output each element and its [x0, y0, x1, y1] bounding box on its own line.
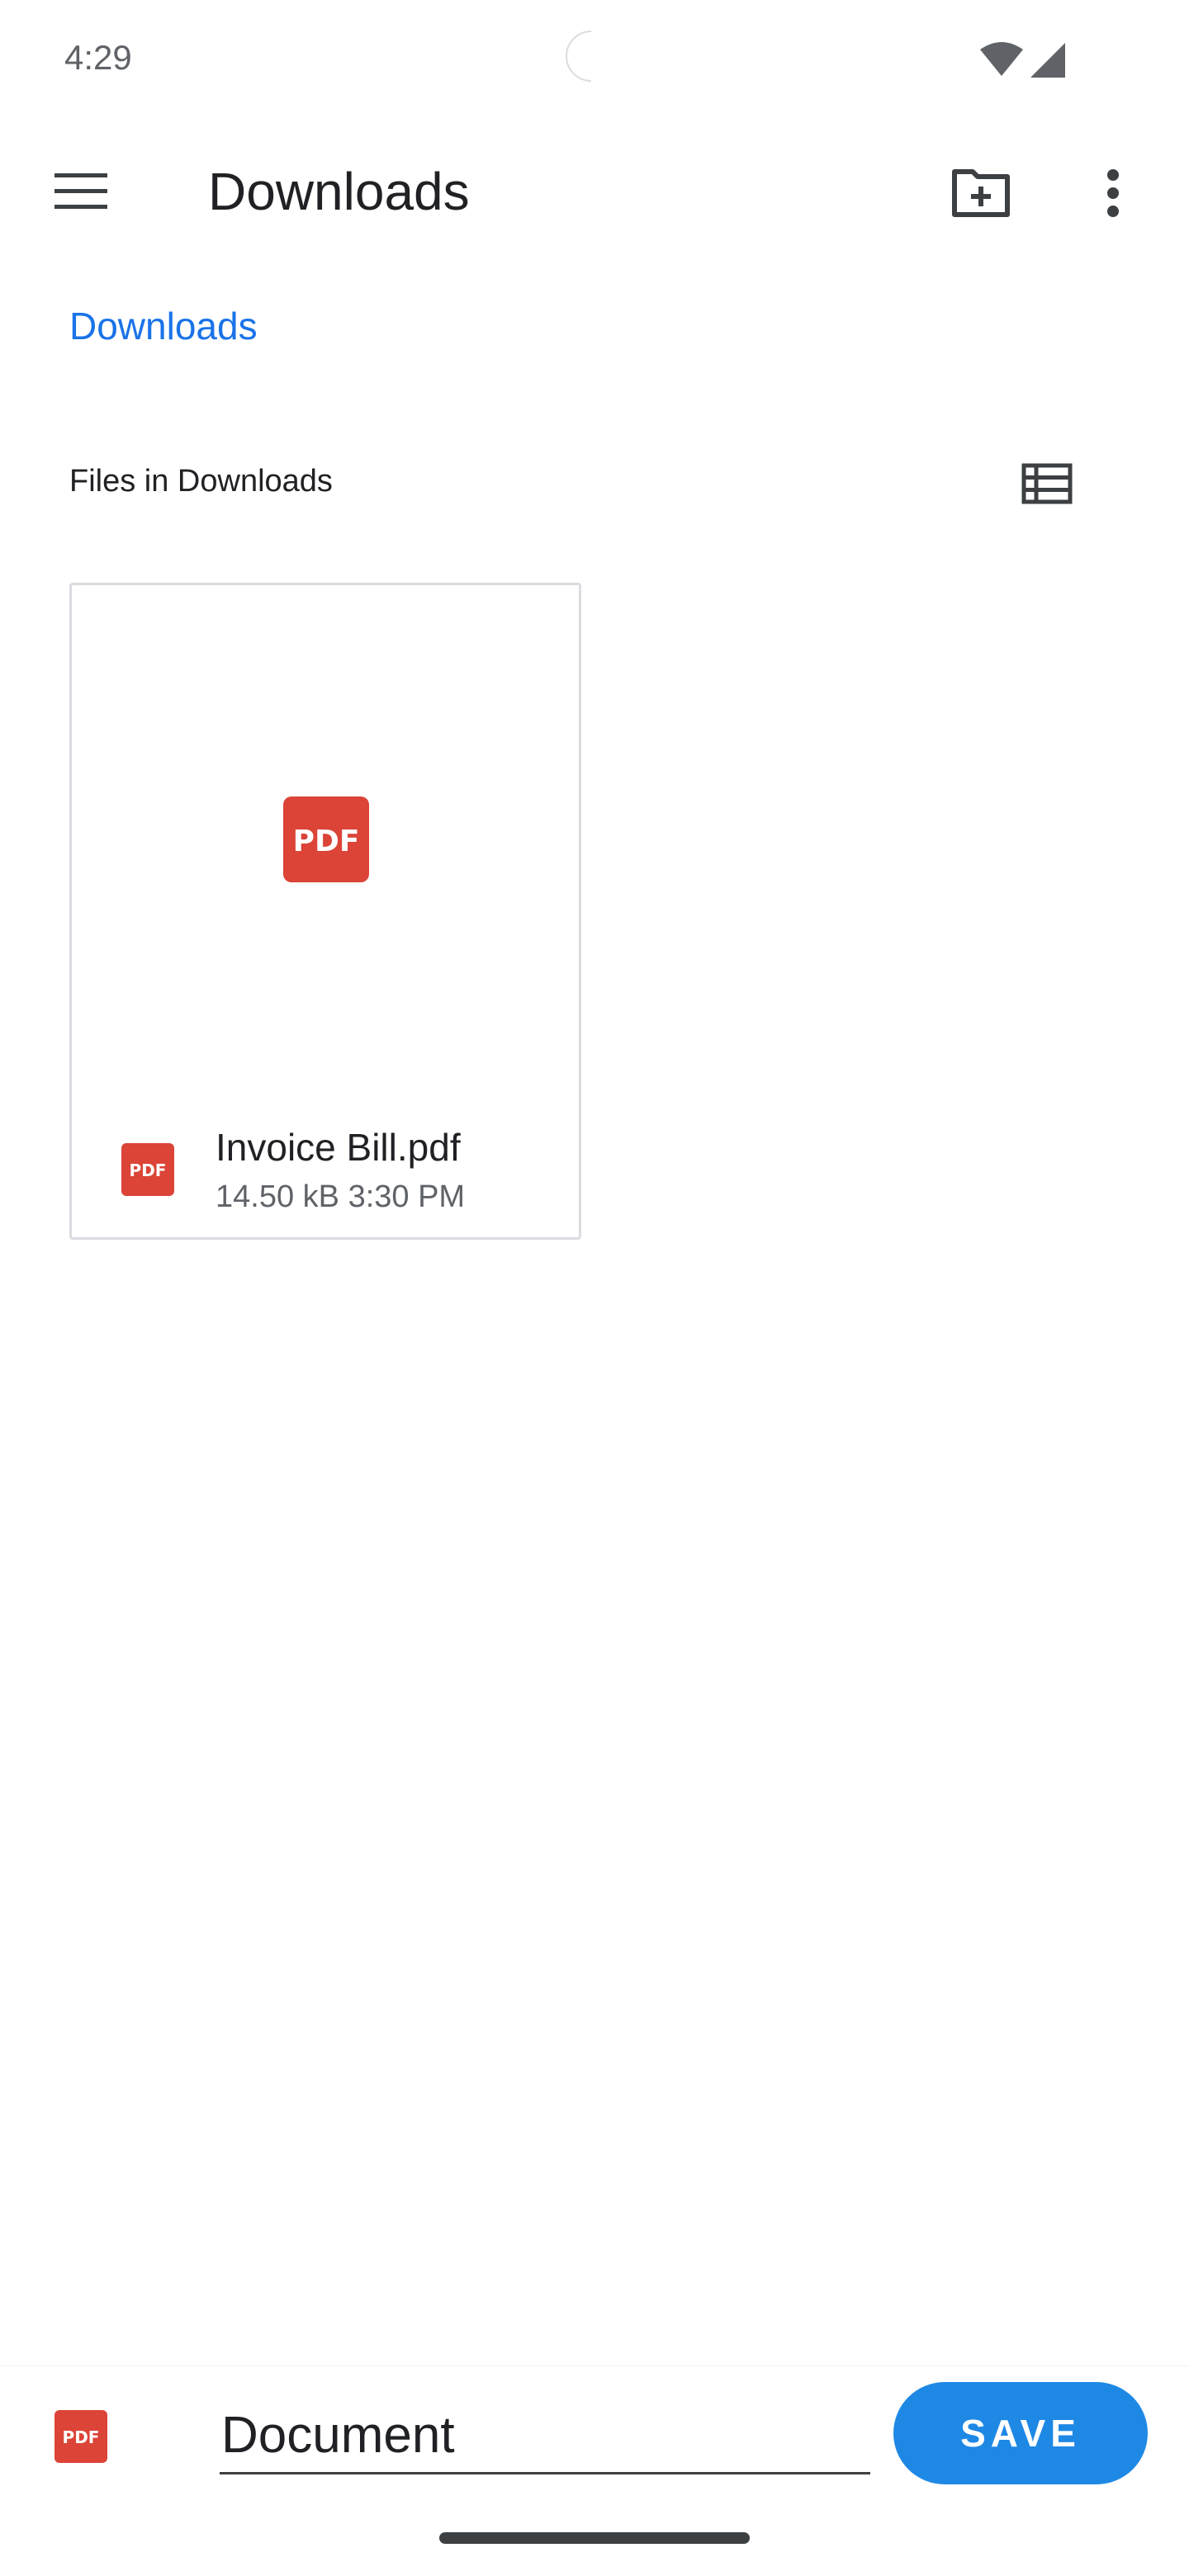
camera-cutout: [558, 28, 614, 84]
new-folder-icon: [952, 169, 1010, 217]
list-view-icon: [1021, 463, 1073, 504]
svg-text:PDF: PDF: [130, 1160, 167, 1180]
more-vert-icon: [1107, 169, 1119, 217]
save-button[interactable]: SAVE: [893, 2382, 1148, 2484]
file-card[interactable]: PDF PDF Invoice Bill.pdf 14.50 kB 3:30 P…: [69, 583, 581, 1240]
pdf-icon: PDF: [121, 1143, 174, 1196]
status-time: 4:29: [64, 38, 132, 77]
breadcrumb-downloads[interactable]: Downloads: [69, 304, 258, 348]
file-time: 3:30 PM: [348, 1179, 466, 1214]
gesture-navigation-bar[interactable]: [439, 2532, 750, 2544]
file-meta: 14.50 kB 3:30 PM: [216, 1179, 465, 1215]
pdf-icon: PDF: [54, 2410, 107, 2463]
more-options-button[interactable]: [1083, 157, 1143, 229]
wifi-icon: [979, 41, 1024, 78]
filename-input[interactable]: [220, 2399, 870, 2474]
file-size: 14.50 kB: [216, 1179, 339, 1214]
cellular-signal-icon: [1029, 41, 1067, 79]
svg-text:PDF: PDF: [293, 825, 360, 858]
view-toggle-button[interactable]: [1012, 452, 1082, 515]
hamburger-menu-icon: [54, 173, 107, 209]
navigation-menu-button[interactable]: [46, 157, 116, 226]
new-folder-button[interactable]: [945, 157, 1017, 229]
file-name: Invoice Bill.pdf: [216, 1126, 461, 1169]
section-title: Files in Downloads: [69, 464, 333, 499]
svg-text:PDF: PDF: [63, 2427, 100, 2447]
page-title: Downloads: [208, 162, 470, 221]
pdf-icon: PDF: [283, 796, 369, 882]
